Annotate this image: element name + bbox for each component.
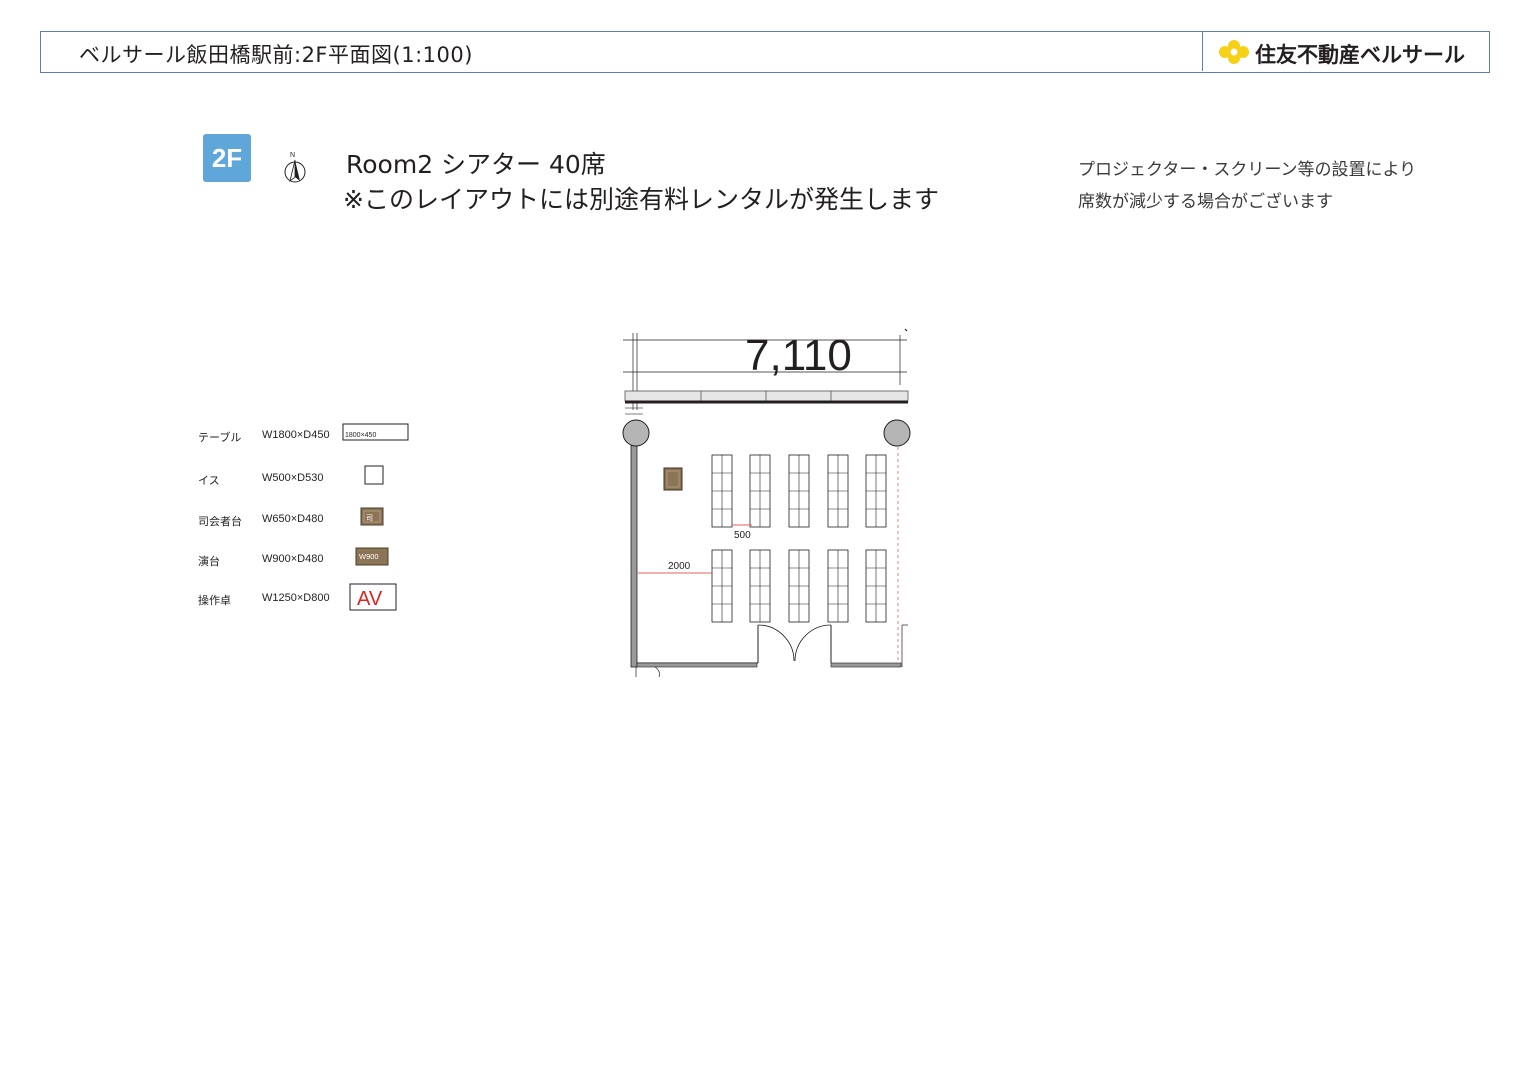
table-symbol-icon: 1800×450 xyxy=(342,423,409,441)
top-wall xyxy=(624,390,909,415)
room-title: Room2 シアター 40席 xyxy=(346,150,606,179)
seating-column xyxy=(749,454,771,528)
left-wall xyxy=(630,444,758,678)
legend-item-size: W650×D480 xyxy=(262,513,324,525)
mc-podium-label: 司 xyxy=(366,514,373,522)
legend-item-name: 操作卓 xyxy=(198,594,231,607)
legend-item-name: テーブル xyxy=(198,431,242,444)
floor-plan: 7,110 500 2000 xyxy=(622,328,911,678)
seating-column xyxy=(749,549,771,623)
seating-column xyxy=(865,549,887,623)
av-desk-symbol-icon: AV xyxy=(349,583,397,611)
seating-column xyxy=(827,549,849,623)
seating-note-line-2: 席数が減少する場合がございます xyxy=(1078,192,1333,212)
front-gap-dimension-label: 2000 xyxy=(668,561,691,572)
bottom-right-wall xyxy=(830,624,908,668)
legend-item-name: 司会者台 xyxy=(198,515,242,528)
page-title: ベルサール飯田橋駅前:2F平面図(1:100) xyxy=(79,43,473,67)
lectern-symbol-icon: W900 xyxy=(355,547,389,566)
brand-flower-icon xyxy=(1219,40,1249,64)
rental-notice: ※このレイアウトには別途有料レンタルが発生します xyxy=(343,185,939,214)
header-bar: ベルサール飯田橋駅前:2F平面図(1:100) 住友不動産ベルサール xyxy=(40,31,1490,73)
compass-label: N xyxy=(290,152,295,159)
table-symbol-label: 1800×450 xyxy=(345,432,376,439)
north-arrow-icon: N xyxy=(284,152,306,183)
seating-column xyxy=(865,454,887,528)
brand-logo: 住友不動産ベルサール xyxy=(1202,32,1489,71)
double-door xyxy=(757,624,832,663)
lectern-label: W900 xyxy=(359,552,379,561)
seating-column xyxy=(827,454,849,528)
mc-podium-symbol-icon: 司 xyxy=(360,507,384,526)
seating-column xyxy=(711,454,733,528)
column-left xyxy=(622,419,650,447)
legend-item-name: イス xyxy=(198,474,220,487)
mc-podium xyxy=(663,467,683,491)
seating-note-line-1: プロジェクター・スクリーン等の設置により xyxy=(1078,160,1417,180)
legend-item-size: W1800×D450 xyxy=(262,429,330,441)
brand-name: 住友不動産ベルサール xyxy=(1255,43,1465,67)
width-dimension-label: 7,110 xyxy=(745,331,852,380)
legend-item-size: W1250×D800 xyxy=(262,592,330,604)
column-right xyxy=(883,419,911,447)
seating-column xyxy=(788,549,810,623)
chair-symbol-icon xyxy=(364,465,384,485)
seating-column xyxy=(788,454,810,528)
seating-column xyxy=(711,549,733,623)
aisle-dimension-label: 500 xyxy=(734,530,751,541)
floor-badge: 2F xyxy=(203,134,251,182)
legend-item-size: W900×D480 xyxy=(262,553,324,565)
seating-note: プロジェクター・スクリーン等の設置により 席数が減少する場合がございます xyxy=(1078,154,1416,218)
av-desk-label: AV xyxy=(357,588,383,610)
legend-item-name: 演台 xyxy=(198,555,220,568)
legend-item-size: W500×D530 xyxy=(262,472,324,484)
